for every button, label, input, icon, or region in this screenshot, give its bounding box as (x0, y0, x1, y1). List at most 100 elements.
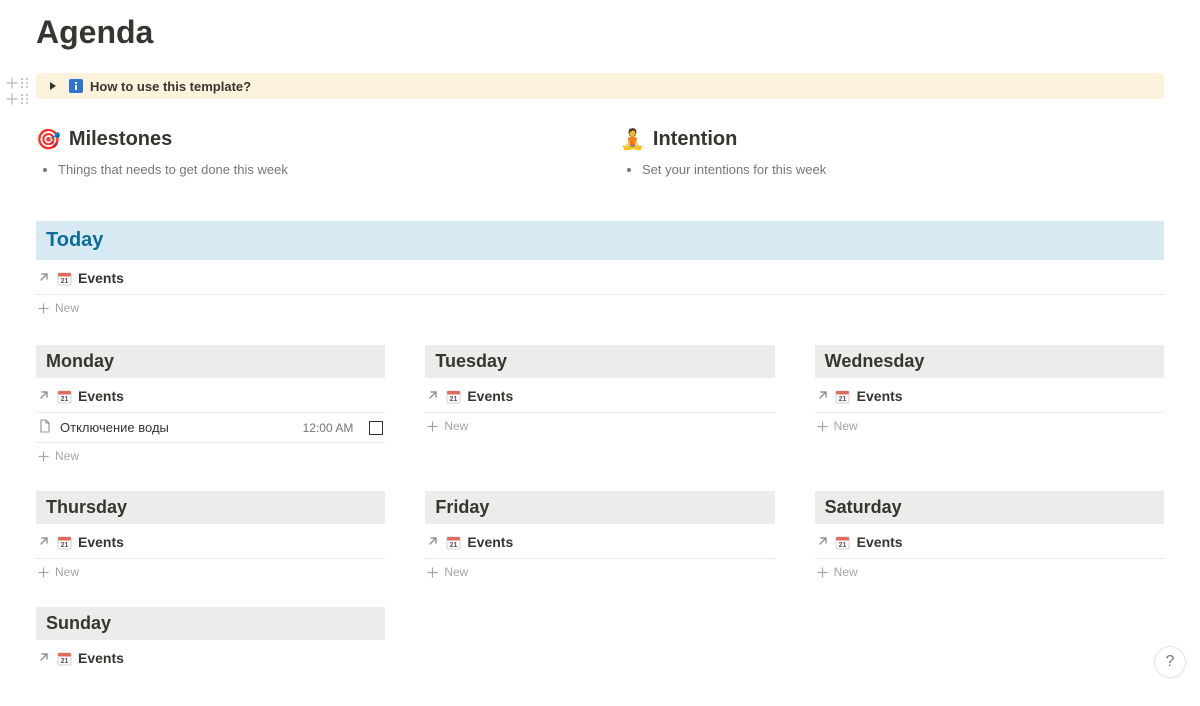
howto-callout[interactable]: How to use this template? (36, 73, 1164, 99)
page-title: Agenda (36, 14, 1164, 51)
today-heading: Today (36, 221, 1164, 260)
callout-text: How to use this template? (90, 79, 251, 94)
person-meditate-icon: 🧘 (620, 127, 645, 152)
tuesday-heading: Tuesday (425, 345, 774, 378)
help-button[interactable]: ? (1154, 646, 1186, 678)
event-checkbox[interactable] (369, 421, 383, 435)
events-label: Events (857, 388, 903, 404)
new-button-saturday[interactable]: New (815, 559, 1164, 585)
arrow-upright-icon (427, 534, 439, 550)
new-button-friday[interactable]: New (425, 559, 774, 585)
svg-text:21: 21 (839, 542, 847, 549)
friday-heading: Friday (425, 491, 774, 524)
plus-icon (38, 451, 49, 462)
svg-text:21: 21 (60, 658, 68, 665)
friday-section: Friday 21 Events New (425, 491, 774, 585)
events-link-tuesday[interactable]: 21 Events (425, 378, 774, 413)
events-link-wednesday[interactable]: 21 Events (815, 378, 1164, 413)
new-label: New (834, 565, 858, 579)
saturday-section: Saturday 21 Events New (815, 491, 1164, 585)
arrow-upright-icon (38, 388, 50, 404)
saturday-heading: Saturday (815, 491, 1164, 524)
plus-icon (427, 567, 438, 578)
thursday-section: Thursday 21 Events New (36, 491, 385, 585)
event-time: 12:00 AM (303, 421, 354, 435)
events-link-saturday[interactable]: 21 Events (815, 524, 1164, 559)
svg-text:21: 21 (839, 396, 847, 403)
svg-text:21: 21 (449, 396, 457, 403)
events-link-thursday[interactable]: 21 Events (36, 524, 385, 559)
events-link-monday[interactable]: 21 Events (36, 378, 385, 413)
event-title: Отключение воды (60, 420, 295, 435)
tuesday-section: Tuesday 21 Events New (425, 345, 774, 469)
plus-icon (38, 567, 49, 578)
intention-section: 🧘 Intention Set your intentions for this… (620, 127, 1164, 181)
wednesday-heading: Wednesday (815, 345, 1164, 378)
new-button-thursday[interactable]: New (36, 559, 385, 585)
wednesday-section: Wednesday 21 Events New (815, 345, 1164, 469)
new-button-today[interactable]: New (36, 295, 1164, 321)
milestones-bullet[interactable]: Things that needs to get done this week (58, 162, 580, 177)
add-block-handle[interactable] (6, 93, 30, 105)
svg-text:21: 21 (60, 278, 68, 285)
new-label: New (834, 419, 858, 433)
events-label: Events (467, 534, 513, 550)
events-label: Events (78, 650, 124, 666)
events-label: Events (78, 534, 124, 550)
arrow-upright-icon (38, 650, 50, 666)
new-label: New (55, 301, 79, 315)
milestones-heading: Milestones (69, 128, 172, 151)
intention-heading: Intention (653, 128, 737, 151)
calendar-icon: 21 (835, 388, 851, 404)
svg-text:21: 21 (60, 396, 68, 403)
drag-handle-icon (20, 77, 30, 89)
today-section: Today 21 Events New (36, 221, 1164, 321)
toggle-triangle-icon[interactable] (46, 79, 60, 93)
new-label: New (55, 449, 79, 463)
sunday-section: Sunday 21 Events (36, 607, 385, 674)
arrow-upright-icon (38, 270, 50, 286)
new-label: New (444, 419, 468, 433)
new-button-monday[interactable]: New (36, 443, 385, 469)
arrow-upright-icon (38, 534, 50, 550)
new-label: New (55, 565, 79, 579)
info-icon (68, 78, 84, 94)
events-link-sunday[interactable]: 21 Events (36, 640, 385, 674)
sunday-heading: Sunday (36, 607, 385, 640)
plus-icon (6, 77, 18, 89)
monday-heading: Monday (36, 345, 385, 378)
milestones-section: 🎯 Milestones Things that needs to get do… (36, 127, 580, 181)
new-button-tuesday[interactable]: New (425, 413, 774, 439)
plus-icon (817, 567, 828, 578)
events-label: Events (467, 388, 513, 404)
calendar-icon: 21 (56, 534, 72, 550)
calendar-icon: 21 (56, 650, 72, 666)
svg-text:21: 21 (60, 542, 68, 549)
events-link-friday[interactable]: 21 Events (425, 524, 774, 559)
help-icon: ? (1166, 653, 1175, 671)
arrow-upright-icon (817, 534, 829, 550)
plus-icon (38, 303, 49, 314)
plus-icon (6, 93, 18, 105)
calendar-icon: 21 (445, 388, 461, 404)
events-link-today[interactable]: 21 Events (36, 260, 1164, 295)
calendar-icon: 21 (56, 388, 72, 404)
new-button-wednesday[interactable]: New (815, 413, 1164, 439)
target-icon: 🎯 (36, 127, 61, 152)
intention-bullet[interactable]: Set your intentions for this week (642, 162, 1164, 177)
plus-icon (427, 421, 438, 432)
calendar-icon: 21 (445, 534, 461, 550)
drag-handle-icon (20, 93, 30, 105)
event-item[interactable]: Отключение воды 12:00 AM (36, 413, 385, 443)
plus-icon (817, 421, 828, 432)
new-label: New (444, 565, 468, 579)
add-block-handle[interactable] (6, 77, 30, 89)
arrow-upright-icon (427, 388, 439, 404)
svg-text:21: 21 (449, 542, 457, 549)
events-label: Events (78, 270, 124, 286)
calendar-icon: 21 (835, 534, 851, 550)
page-icon (38, 419, 52, 436)
monday-section: Monday 21 Events Отключение воды 12:00 A… (36, 345, 385, 469)
arrow-upright-icon (817, 388, 829, 404)
thursday-heading: Thursday (36, 491, 385, 524)
